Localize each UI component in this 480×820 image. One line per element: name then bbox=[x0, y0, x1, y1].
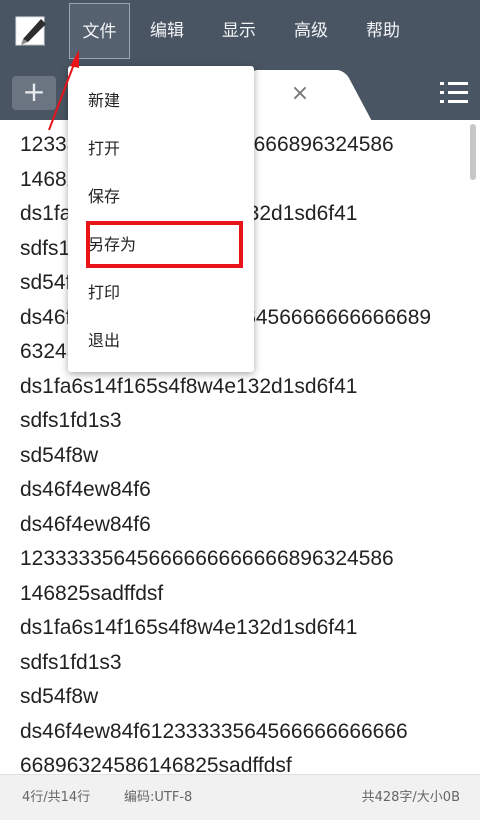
line-count: 4行/共14行 bbox=[22, 790, 91, 805]
char-count: 共428字/大小0B bbox=[361, 790, 460, 805]
list-icon[interactable] bbox=[440, 80, 470, 106]
app-logo-icon[interactable] bbox=[15, 14, 49, 48]
editor-line: ds1fa6s14f165s4f8w4e132d1sd6f41 bbox=[20, 616, 358, 639]
editor-line: 146825sadffdsf bbox=[20, 581, 164, 605]
editor-line: ds46f4ew84f6 bbox=[20, 478, 151, 501]
editor-line: ds46f4ew84f61233333564566666666666 bbox=[20, 719, 408, 743]
menu-bar: 文件 编辑 显示 高级 帮助 bbox=[0, 0, 480, 62]
status-bar: 4行/共14行 编码:UTF-8 共428字/大小0B bbox=[0, 774, 480, 820]
menu-file[interactable]: 文件 bbox=[69, 3, 130, 59]
editor-line: sd54f8w bbox=[20, 443, 99, 467]
editor-line: 66896324586146825sadffdsf bbox=[20, 754, 292, 774]
menu-help[interactable]: 帮助 bbox=[354, 0, 412, 62]
close-tab-icon[interactable]: × bbox=[286, 80, 314, 108]
vertical-scrollbar[interactable] bbox=[470, 124, 476, 180]
menu-item-save[interactable]: 保存 bbox=[68, 173, 254, 221]
menu-view[interactable]: 显示 bbox=[210, 0, 268, 62]
editor-line: ds46f4ew84f6 bbox=[20, 512, 151, 536]
editor-line: sdfs1fd1s3 bbox=[20, 650, 122, 674]
menu-edit[interactable]: 编辑 bbox=[138, 0, 196, 62]
menu-item-print[interactable]: 打印 bbox=[68, 269, 254, 317]
editor-line: sdfs1fd1s3 bbox=[20, 409, 122, 432]
menu-item-new[interactable]: 新建 bbox=[68, 77, 254, 125]
editor-line: 12333335645666666666666896324586 bbox=[20, 547, 394, 570]
add-tab-button[interactable]: + bbox=[12, 76, 56, 110]
editor-line: sd54f8w bbox=[20, 685, 99, 708]
menu-item-exit[interactable]: 退出 bbox=[68, 317, 254, 365]
file-dropdown-menu: 新建 打开 保存 另存为 打印 退出 bbox=[68, 66, 254, 372]
editor-line: ds1fa6s14f165s4f8w4e132d1sd6f41 bbox=[20, 374, 358, 398]
highlight-box bbox=[86, 221, 243, 268]
menu-item-open[interactable]: 打开 bbox=[68, 125, 254, 173]
encoding-label: 编码:UTF-8 bbox=[124, 790, 193, 805]
menu-advanced[interactable]: 高级 bbox=[282, 0, 340, 62]
